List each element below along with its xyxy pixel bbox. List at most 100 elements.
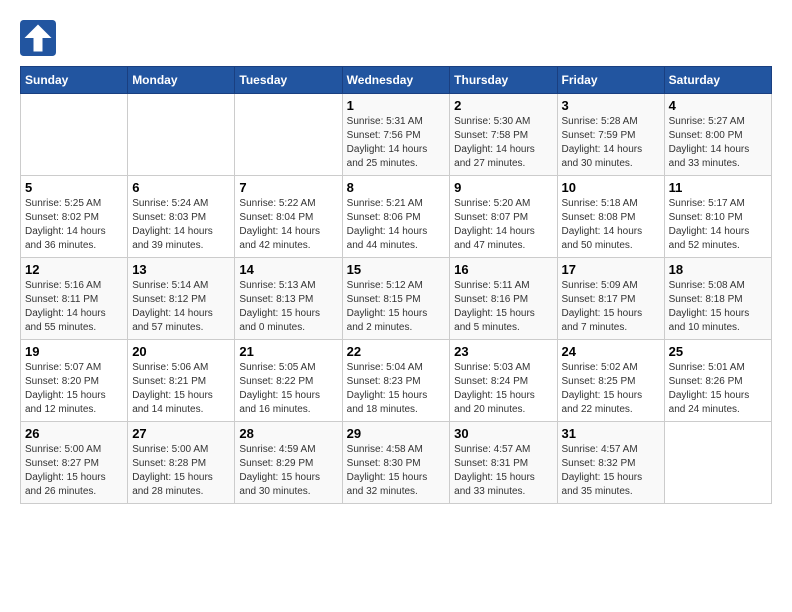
day-info: Sunrise: 5:21 AM Sunset: 8:06 PM Dayligh… [347, 197, 446, 253]
day-number: 13 [132, 262, 230, 277]
day-number: 21 [239, 344, 337, 359]
day-info: Sunrise: 5:25 AM Sunset: 8:02 PM Dayligh… [25, 197, 123, 253]
day-number: 6 [132, 180, 230, 195]
day-number: 9 [454, 180, 552, 195]
calendar-cell: 22 Sunrise: 5:04 AM Sunset: 8:23 PM Dayli… [342, 340, 450, 422]
day-number: 28 [239, 426, 337, 441]
calendar-cell [21, 94, 128, 176]
day-header-tuesday: Tuesday [235, 67, 342, 94]
day-info: Sunrise: 5:09 AM Sunset: 8:17 PM Dayligh… [562, 279, 660, 335]
calendar-cell: 21 Sunrise: 5:05 AM Sunset: 8:22 PM Dayli… [235, 340, 342, 422]
day-info: Sunrise: 5:04 AM Sunset: 8:23 PM Dayligh… [347, 361, 446, 417]
calendar-week-row: 12 Sunrise: 5:16 AM Sunset: 8:11 PM Dayli… [21, 258, 772, 340]
day-number: 22 [347, 344, 446, 359]
calendar-cell: 5 Sunrise: 5:25 AM Sunset: 8:02 PM Daylig… [21, 176, 128, 258]
day-number: 15 [347, 262, 446, 277]
day-number: 5 [25, 180, 123, 195]
day-number: 19 [25, 344, 123, 359]
day-header-friday: Friday [557, 67, 664, 94]
calendar-cell: 11 Sunrise: 5:17 AM Sunset: 8:10 PM Dayli… [664, 176, 771, 258]
calendar-week-row: 5 Sunrise: 5:25 AM Sunset: 8:02 PM Daylig… [21, 176, 772, 258]
calendar-cell: 6 Sunrise: 5:24 AM Sunset: 8:03 PM Daylig… [128, 176, 235, 258]
day-info: Sunrise: 5:14 AM Sunset: 8:12 PM Dayligh… [132, 279, 230, 335]
calendar-cell: 9 Sunrise: 5:20 AM Sunset: 8:07 PM Daylig… [450, 176, 557, 258]
day-number: 11 [669, 180, 767, 195]
calendar-cell: 17 Sunrise: 5:09 AM Sunset: 8:17 PM Dayli… [557, 258, 664, 340]
calendar-cell: 2Sunrise: 5:30 AM Sunset: 7:58 PM Daylig… [450, 94, 557, 176]
calendar-cell: 14Sunrise: 5:13 AM Sunset: 8:13 PM Dayli… [235, 258, 342, 340]
calendar-cell: 27Sunrise: 5:00 AM Sunset: 8:28 PM Dayli… [128, 422, 235, 504]
day-number: 18 [669, 262, 767, 277]
day-info: Sunrise: 4:57 AM Sunset: 8:32 PM Dayligh… [562, 443, 660, 499]
calendar-week-row: 19 Sunrise: 5:07 AM Sunset: 8:20 PM Dayli… [21, 340, 772, 422]
day-info: Sunrise: 5:02 AM Sunset: 8:25 PM Dayligh… [562, 361, 660, 417]
day-info: Sunrise: 5:01 AM Sunset: 8:26 PM Dayligh… [669, 361, 767, 417]
day-number: 17 [562, 262, 660, 277]
calendar-cell: 26 Sunrise: 5:00 AM Sunset: 8:27 PM Dayli… [21, 422, 128, 504]
day-number: 20 [132, 344, 230, 359]
calendar-cell: 4 Sunrise: 5:27 AM Sunset: 8:00 PM Daylig… [664, 94, 771, 176]
calendar-cell: 7 Sunrise: 5:22 AM Sunset: 8:04 PM Daylig… [235, 176, 342, 258]
day-header-sunday: Sunday [21, 67, 128, 94]
day-info: Sunrise: 5:12 AM Sunset: 8:15 PM Dayligh… [347, 279, 446, 335]
day-info: Sunrise: 5:27 AM Sunset: 8:00 PM Dayligh… [669, 115, 767, 171]
day-info: Sunrise: 4:58 AM Sunset: 8:30 PM Dayligh… [347, 443, 446, 499]
calendar-cell [664, 422, 771, 504]
day-info: Sunrise: 5:08 AM Sunset: 8:18 PM Dayligh… [669, 279, 767, 335]
day-header-wednesday: Wednesday [342, 67, 450, 94]
logo-icon [20, 20, 56, 56]
calendar-cell: 12 Sunrise: 5:16 AM Sunset: 8:11 PM Dayli… [21, 258, 128, 340]
day-info: Sunrise: 5:06 AM Sunset: 8:21 PM Dayligh… [132, 361, 230, 417]
calendar-cell: 10 Sunrise: 5:18 AM Sunset: 8:08 PM Dayli… [557, 176, 664, 258]
calendar-cell: 13 Sunrise: 5:14 AM Sunset: 8:12 PM Dayli… [128, 258, 235, 340]
day-info: Sunrise: 4:59 AM Sunset: 8:29 PM Dayligh… [239, 443, 337, 499]
calendar-cell: 25 Sunrise: 5:01 AM Sunset: 8:26 PM Dayli… [664, 340, 771, 422]
calendar-cell: 3 Sunrise: 5:28 AM Sunset: 7:59 PM Daylig… [557, 94, 664, 176]
day-info: Sunrise: 5:18 AM Sunset: 8:08 PM Dayligh… [562, 197, 660, 253]
calendar-cell: 18 Sunrise: 5:08 AM Sunset: 8:18 PM Dayli… [664, 258, 771, 340]
day-info: Sunrise: 5:03 AM Sunset: 8:24 PM Dayligh… [454, 361, 552, 417]
calendar-cell [128, 94, 235, 176]
day-number: 4 [669, 98, 767, 113]
day-info: Sunrise: 5:16 AM Sunset: 8:11 PM Dayligh… [25, 279, 123, 335]
calendar-week-row: 26 Sunrise: 5:00 AM Sunset: 8:27 PM Dayli… [21, 422, 772, 504]
day-number: 31 [562, 426, 660, 441]
calendar-cell: 16 Sunrise: 5:11 AM Sunset: 8:16 PM Dayli… [450, 258, 557, 340]
day-number: 29 [347, 426, 446, 441]
day-info: Sunrise: 5:11 AM Sunset: 8:16 PM Dayligh… [454, 279, 552, 335]
day-info: Sunrise: 5:05 AM Sunset: 8:22 PM Dayligh… [239, 361, 337, 417]
day-number: 12 [25, 262, 123, 277]
calendar-cell: 29 Sunrise: 4:58 AM Sunset: 8:30 PM Dayli… [342, 422, 450, 504]
day-info: Sunrise: 5:20 AM Sunset: 8:07 PM Dayligh… [454, 197, 552, 253]
day-header-saturday: Saturday [664, 67, 771, 94]
day-info: Sunrise: 5:24 AM Sunset: 8:03 PM Dayligh… [132, 197, 230, 253]
day-number: 10 [562, 180, 660, 195]
calendar-cell: 24Sunrise: 5:02 AM Sunset: 8:25 PM Dayli… [557, 340, 664, 422]
day-info: Sunrise: 5:07 AM Sunset: 8:20 PM Dayligh… [25, 361, 123, 417]
day-number: 27 [132, 426, 230, 441]
calendar-cell [235, 94, 342, 176]
day-number: 8 [347, 180, 446, 195]
day-number: 3 [562, 98, 660, 113]
day-info: Sunrise: 5:00 AM Sunset: 8:27 PM Dayligh… [25, 443, 123, 499]
day-info: Sunrise: 5:17 AM Sunset: 8:10 PM Dayligh… [669, 197, 767, 253]
calendar-week-row: 1Sunrise: 5:31 AM Sunset: 7:56 PM Daylig… [21, 94, 772, 176]
calendar-header-row: SundayMondayTuesdayWednesdayThursdayFrid… [21, 67, 772, 94]
calendar-table: SundayMondayTuesdayWednesdayThursdayFrid… [20, 66, 772, 504]
day-number: 7 [239, 180, 337, 195]
day-number: 16 [454, 262, 552, 277]
calendar-cell: 31 Sunrise: 4:57 AM Sunset: 8:32 PM Dayli… [557, 422, 664, 504]
calendar-cell: 8 Sunrise: 5:21 AM Sunset: 8:06 PM Daylig… [342, 176, 450, 258]
day-info: Sunrise: 5:22 AM Sunset: 8:04 PM Dayligh… [239, 197, 337, 253]
calendar-cell: 20 Sunrise: 5:06 AM Sunset: 8:21 PM Dayli… [128, 340, 235, 422]
day-info: Sunrise: 5:28 AM Sunset: 7:59 PM Dayligh… [562, 115, 660, 171]
day-header-monday: Monday [128, 67, 235, 94]
day-header-thursday: Thursday [450, 67, 557, 94]
day-number: 1 [347, 98, 446, 113]
logo [20, 20, 62, 56]
calendar-cell: 28 Sunrise: 4:59 AM Sunset: 8:29 PM Dayli… [235, 422, 342, 504]
day-number: 26 [25, 426, 123, 441]
day-number: 25 [669, 344, 767, 359]
day-number: 2 [454, 98, 552, 113]
day-number: 30 [454, 426, 552, 441]
